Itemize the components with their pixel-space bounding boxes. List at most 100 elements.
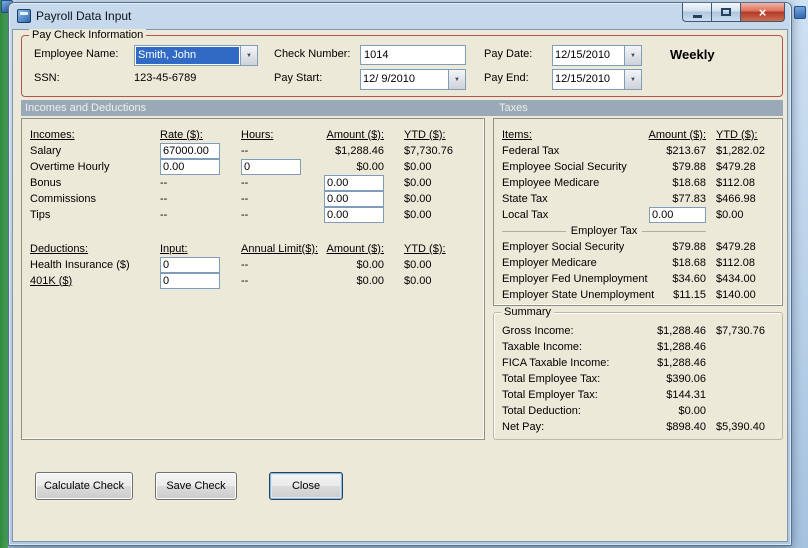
pay-date-datepicker[interactable]: 12/15/2010 ▼	[552, 45, 642, 66]
tax-label: Employee Social Security	[502, 160, 627, 173]
summary-label: FICA Taxable Income:	[502, 356, 610, 369]
desktop-shortcut-icon[interactable]	[794, 6, 806, 19]
close-button-icon[interactable]: ×	[740, 3, 785, 22]
deduction-ytd: $0.00	[404, 258, 432, 271]
col-header: YTD ($):	[716, 128, 758, 141]
tax-label: Local Tax	[502, 208, 549, 221]
taxes-header: Taxes	[499, 102, 528, 114]
summary-ytd: $5,390.40	[716, 420, 765, 433]
tax-amount: $11.15	[673, 288, 706, 301]
salary-rate-input[interactable]	[160, 143, 220, 159]
pay-end-value: 12/15/2010	[555, 73, 611, 85]
tax-amount: $34.60	[672, 272, 706, 285]
pay-end-datepicker[interactable]: 12/15/2010 ▼	[552, 69, 642, 90]
taxes-table: Items: Amount ($): YTD ($): Federal Tax …	[502, 127, 790, 223]
tax-label: Employer Medicare	[502, 256, 597, 269]
calculate-check-button[interactable]: Calculate Check	[35, 472, 133, 500]
commissions-amount-input[interactable]	[324, 191, 384, 207]
deductions-table: Deductions: Input: Annual Limit($): Amou…	[30, 241, 476, 289]
payroll-window: Payroll Data Input × Pay Check Informati…	[8, 2, 792, 546]
bonus-amount-input[interactable]	[324, 175, 384, 191]
chevron-down-icon[interactable]: ▼	[624, 46, 641, 65]
income-ytd: $0.00	[404, 192, 432, 205]
tax-ytd: $112.08	[716, 256, 755, 269]
summary-amount: $390.06	[666, 372, 706, 385]
minimize-button-icon[interactable]	[682, 3, 711, 22]
summary-table: Gross Income: $1,288.46 $7,730.76 Taxabl…	[502, 323, 790, 435]
tax-label: Employer Social Security	[502, 240, 625, 253]
overtime-hours-input[interactable]	[241, 159, 301, 175]
col-header: YTD ($):	[404, 128, 446, 141]
local-tax-input[interactable]	[649, 207, 706, 223]
summary-group: Summary Gross Income: $1,288.46 $7,730.7…	[493, 306, 783, 440]
summary-label: Total Deduction:	[502, 404, 581, 417]
income-rate: --	[160, 176, 168, 189]
overtime-rate-input[interactable]	[160, 159, 220, 175]
employer-tax-divider: Employer Tax	[502, 225, 706, 238]
deduction-ytd: $0.00	[404, 274, 432, 287]
incomes-deductions-panel: Incomes: Rate ($): Hours: Amount ($): YT…	[21, 118, 485, 440]
income-amount: $0.00	[356, 160, 384, 173]
deduction-401k-link[interactable]: 401K ($)	[30, 275, 160, 288]
tax-label: State Tax	[502, 192, 548, 205]
summary-amount: $1,288.46	[657, 356, 706, 369]
chevron-down-icon[interactable]: ▼	[624, 70, 641, 89]
tax-ytd: $479.28	[716, 240, 756, 253]
tax-ytd: $0.00	[716, 208, 744, 221]
desktop-edge	[0, 0, 8, 548]
summary-amount: $144.31	[666, 388, 706, 401]
pay-start-datepicker[interactable]: 12/ 9/2010 ▼	[360, 69, 466, 90]
401k-input[interactable]	[160, 273, 220, 289]
tax-ytd: $112.08	[716, 176, 755, 189]
tax-ytd: $434.00	[716, 272, 756, 285]
col-header: YTD ($):	[404, 242, 446, 255]
health-insurance-input[interactable]	[160, 257, 220, 273]
tax-ytd: $466.98	[716, 192, 756, 205]
col-header: Amount ($):	[326, 242, 384, 255]
summary-amount: $898.40	[666, 420, 706, 433]
employee-name-combobox[interactable]: Smith, John ▼	[134, 45, 258, 66]
employer-taxes-table: Employer Social Security $79.88 $479.28 …	[502, 239, 790, 303]
pay-date-label: Pay Date:	[484, 48, 533, 60]
col-header: Incomes:	[30, 128, 75, 141]
summary-label: Net Pay:	[502, 420, 545, 433]
check-number-label: Check Number:	[274, 48, 351, 60]
income-rate: --	[160, 192, 168, 205]
summary-label: Gross Income:	[502, 324, 574, 337]
summary-amount: $1,288.46	[657, 324, 706, 337]
deduction-limit: --	[241, 258, 249, 271]
employee-name-value: Smith, John	[136, 47, 239, 64]
employer-tax-header: Employer Tax	[565, 225, 643, 237]
maximize-button-icon[interactable]	[711, 3, 740, 22]
income-ytd: $0.00	[404, 208, 432, 221]
tax-amount: $18.68	[672, 176, 706, 189]
check-number-input[interactable]	[360, 45, 466, 65]
pay-frequency-label: Weekly	[670, 47, 715, 62]
window-title: Payroll Data Input	[36, 9, 132, 23]
tax-label: Employee Medicare	[502, 176, 600, 189]
save-check-button[interactable]: Save Check	[155, 472, 237, 500]
summary-label: Taxable Income:	[502, 340, 583, 353]
income-label: Tips	[30, 208, 51, 221]
pay-start-label: Pay Start:	[274, 72, 323, 84]
close-check-button[interactable]: Close	[269, 472, 343, 500]
desktop: Payroll Data Input × Pay Check Informati…	[0, 0, 808, 548]
chevron-down-icon[interactable]: ▼	[448, 70, 465, 89]
tax-amount: $77.83	[672, 192, 706, 205]
title-bar[interactable]: Payroll Data Input ×	[9, 3, 791, 29]
tips-amount-input[interactable]	[324, 207, 384, 223]
col-header: Input:	[160, 242, 188, 255]
income-label: Overtime Hourly	[30, 160, 110, 173]
col-header: Amount ($):	[326, 128, 384, 141]
col-header: Items:	[502, 128, 532, 141]
income-ytd: $7,730.76	[404, 144, 453, 157]
col-header: Hours:	[241, 128, 274, 141]
income-amount: $1,288.46	[335, 144, 384, 157]
col-header: Rate ($):	[160, 128, 203, 141]
col-header: Deductions:	[30, 242, 89, 255]
income-hours: --	[241, 176, 249, 189]
summary-group-title: Summary	[501, 306, 555, 318]
tax-label: Federal Tax	[502, 144, 560, 157]
deduction-limit: --	[241, 274, 249, 287]
chevron-down-icon[interactable]: ▼	[240, 46, 257, 65]
